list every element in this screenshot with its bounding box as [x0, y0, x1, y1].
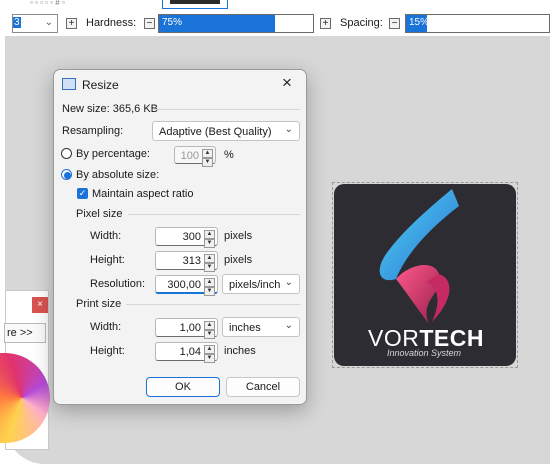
stepper-up-icon[interactable]: ▲ [202, 149, 213, 158]
resolution-value: 300,00 [167, 279, 201, 291]
stepper-up-icon[interactable]: ▲ [204, 230, 215, 239]
dialog-title: Resize [82, 78, 119, 92]
hardness-decrease-icon[interactable]: − [144, 18, 155, 29]
more-button-label: re >> [7, 327, 33, 339]
print-height-input[interactable]: 1,04 ▲ ▼ [155, 342, 218, 363]
brush-toolbar: ▫ ▫ ▫ ▫ ▫ # ▫ 3 ⌄ + Hardness: − 75% + Sp… [0, 0, 550, 36]
stepper-up-icon[interactable]: ▲ [204, 321, 215, 330]
toolbar-top-icons: ▫ ▫ ▫ ▫ ▫ # ▫ [30, 0, 65, 6]
hardness-label: Hardness: [86, 17, 137, 29]
brush-size-input[interactable]: 3 ⌄ [12, 14, 58, 33]
stepper-down-icon[interactable]: ▼ [204, 330, 215, 339]
height-label: Height: [90, 254, 125, 266]
spacing-value: 15% [409, 17, 430, 28]
chevron-down-icon: ⌄ [284, 277, 293, 288]
print-width-label: Width: [90, 321, 122, 333]
chevron-down-icon[interactable]: ⌄ [45, 17, 53, 28]
height-value: 313 [182, 255, 201, 267]
by-absolute-radio[interactable] [61, 169, 72, 180]
spacing-slider[interactable]: 15% [405, 14, 550, 33]
resize-app-icon [62, 78, 76, 90]
maintain-aspect-label: Maintain aspect ratio [92, 188, 194, 200]
background-panel: × re >> [0, 290, 50, 450]
resampling-value: Adaptive (Best Quality) [159, 126, 272, 138]
height-stepper[interactable]: ▲ ▼ [204, 254, 215, 272]
stepper-down-icon[interactable]: ▼ [204, 287, 215, 296]
print-width-stepper[interactable]: ▲ ▼ [204, 321, 215, 339]
print-height-stepper[interactable]: ▲ ▼ [204, 345, 215, 363]
hardness-slider[interactable]: 75% [158, 14, 314, 33]
width-unit: pixels [224, 230, 253, 242]
maintain-aspect-checkbox[interactable]: ✓ [77, 188, 88, 199]
print-size-separator [126, 304, 300, 305]
print-unit-value: inches [229, 322, 261, 334]
percentage-input[interactable]: 100 ▲ ▼ [174, 146, 216, 167]
stepper-up-icon[interactable]: ▲ [204, 345, 215, 354]
by-percentage-label: By percentage: [76, 148, 150, 160]
background-panel-close-icon[interactable]: × [32, 297, 48, 313]
background-panel-more-button[interactable]: re >> [4, 323, 46, 343]
resampling-label: Resampling: [62, 125, 124, 137]
percentage-value: 100 [180, 150, 199, 162]
resolution-unit-dropdown[interactable]: pixels/inch ⌄ [222, 274, 300, 294]
close-icon[interactable]: × [282, 73, 292, 93]
chevron-down-icon: ⌄ [284, 320, 293, 331]
stepper-down-icon[interactable]: ▼ [204, 263, 215, 272]
by-absolute-label: By absolute size: [76, 169, 160, 181]
spacing-increase-icon[interactable]: + [320, 18, 331, 29]
new-size-text: New size: 365,6 KB [62, 103, 158, 115]
by-percentage-radio[interactable] [61, 148, 72, 159]
resolution-stepper[interactable]: ▲ ▼ [204, 278, 215, 296]
stepper-up-icon[interactable]: ▲ [204, 254, 215, 263]
percentage-stepper[interactable]: ▲ ▼ [202, 149, 213, 167]
print-unit-dropdown[interactable]: inches ⌄ [222, 317, 300, 337]
cancel-button[interactable]: Cancel [226, 377, 300, 397]
stepper-down-icon[interactable]: ▼ [204, 354, 215, 363]
hardness-increase-icon[interactable]: + [66, 18, 77, 29]
height-unit: pixels [224, 254, 253, 266]
width-input[interactable]: 300 ▲ ▼ [155, 227, 218, 248]
new-size-separator [154, 109, 300, 110]
percent-unit: % [224, 149, 234, 161]
print-width-value: 1,00 [179, 322, 201, 334]
print-height-label: Height: [90, 345, 125, 357]
resolution-label: Resolution: [90, 278, 146, 290]
stepper-down-icon[interactable]: ▼ [202, 158, 213, 167]
color-wheel[interactable] [0, 353, 50, 443]
spacing-decrease-icon[interactable]: − [389, 18, 400, 29]
resampling-dropdown[interactable]: Adaptive (Best Quality) ⌄ [152, 121, 300, 141]
width-label: Width: [90, 230, 122, 242]
stepper-down-icon[interactable]: ▼ [204, 239, 215, 248]
height-input[interactable]: 313 ▲ ▼ [155, 251, 218, 272]
size-value-text: 3 [13, 17, 21, 28]
print-size-heading: Print size [76, 298, 122, 310]
brush-thumbnail[interactable] [162, 0, 228, 9]
spacing-label: Spacing: [340, 17, 383, 29]
stepper-up-icon[interactable]: ▲ [204, 278, 215, 287]
print-height-unit: inches [224, 345, 256, 357]
resolution-input[interactable]: 300,00 ▲ ▼ [155, 275, 218, 296]
print-height-value: 1,04 [179, 346, 201, 358]
width-value: 300 [182, 231, 201, 243]
width-stepper[interactable]: ▲ ▼ [204, 230, 215, 248]
hardness-value: 75% [162, 17, 183, 28]
pixel-size-separator [128, 214, 300, 215]
print-width-input[interactable]: 1,00 ▲ ▼ [155, 318, 218, 339]
resolution-unit-value: pixels/inch [229, 279, 281, 291]
pixel-size-heading: Pixel size [76, 208, 123, 220]
ok-button[interactable]: OK [146, 377, 220, 397]
logo-tagline: Innovation System [387, 348, 462, 358]
resize-dialog: Resize × New size: 365,6 KB Resampling: … [53, 69, 307, 405]
chevron-down-icon: ⌄ [284, 124, 293, 135]
